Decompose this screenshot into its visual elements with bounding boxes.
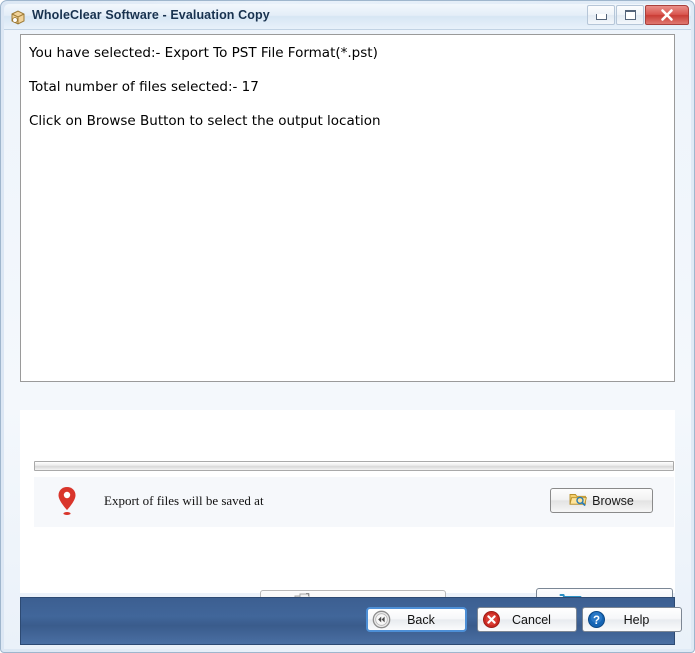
files-count-text: Total number of files selected:- 17 <box>29 79 259 95</box>
cancel-x-icon <box>482 610 501 629</box>
help-button-label: Help <box>623 612 650 627</box>
box-icon <box>9 8 27 26</box>
window-inner: WholeClear Software - Evaluation Copy Yo… <box>4 4 691 649</box>
output-panel: Export of files will be saved at Browse <box>20 410 675 619</box>
output-location-label: Export of files will be saved at <box>104 493 264 508</box>
title-bar[interactable]: WholeClear Software - Evaluation Copy <box>4 4 691 30</box>
close-icon[interactable] <box>645 5 689 25</box>
browse-instruction-text: Click on Browse Button to select the out… <box>29 113 381 129</box>
cancel-button-label: Cancel <box>512 612 551 627</box>
progress-bar <box>34 461 674 471</box>
window-title: WholeClear Software - Evaluation Copy <box>32 8 270 22</box>
cancel-button[interactable]: Cancel <box>477 607 577 632</box>
rewind-icon <box>372 610 391 629</box>
browse-button-label: Browse <box>592 493 634 508</box>
svg-text:?: ? <box>593 615 600 627</box>
browse-button[interactable]: Browse <box>550 488 653 513</box>
folder-search-icon <box>569 491 588 510</box>
browse-strip: Export of files will be saved at Browse <box>34 477 674 527</box>
back-button[interactable]: Back <box>366 607 467 632</box>
window-controls <box>586 5 689 25</box>
application-window: WholeClear Software - Evaluation Copy Yo… <box>0 0 695 653</box>
bottom-toolbar: Back Cancel ? Help <box>20 597 682 645</box>
info-panel: You have selected:- Export To PST File F… <box>20 34 675 382</box>
location-pin-icon <box>56 485 78 517</box>
help-button[interactable]: ? Help <box>582 607 682 632</box>
selected-format-text: You have selected:- Export To PST File F… <box>29 45 378 61</box>
minimize-icon[interactable] <box>587 5 615 25</box>
back-button-label: Back <box>407 612 435 627</box>
question-mark-icon: ? <box>587 610 606 629</box>
maximize-icon[interactable] <box>616 5 644 25</box>
client-area: You have selected:- Export To PST File F… <box>4 30 691 649</box>
